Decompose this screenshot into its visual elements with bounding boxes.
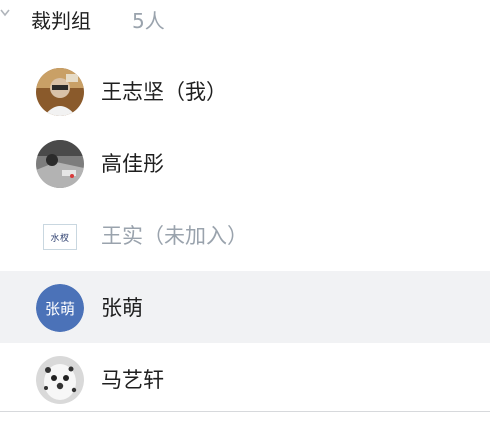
group-member-count: 5人	[132, 9, 165, 33]
group-name: 裁判组	[31, 9, 91, 33]
member-name: 高佳彤	[101, 152, 164, 176]
divider	[0, 411, 490, 412]
avatar	[36, 68, 84, 116]
member-name: 张萌	[101, 296, 143, 320]
logo-text: 水杈	[50, 233, 70, 244]
avatar: 张萌	[36, 284, 84, 332]
logo-avatar: 水杈	[43, 224, 77, 250]
member-name: 王实（未加入）	[101, 224, 248, 248]
member-name: 马艺轩	[101, 368, 164, 392]
chevron-down-icon[interactable]	[0, 6, 12, 20]
avatar	[36, 140, 84, 188]
group-header[interactable]: 裁判组 5人	[0, 0, 490, 36]
member-row[interactable]: 水杈 王实（未加入）	[0, 199, 490, 271]
member-row[interactable]: 高佳彤	[0, 127, 490, 199]
member-name: 王志坚（我）	[101, 80, 227, 104]
avatar	[36, 356, 84, 404]
member-row[interactable]: 马艺轩	[0, 343, 490, 415]
avatar-text: 张萌	[36, 284, 84, 332]
member-row[interactable]: 王志坚（我）	[0, 55, 490, 127]
member-row-selected[interactable]: 张萌 张萌	[0, 271, 490, 343]
